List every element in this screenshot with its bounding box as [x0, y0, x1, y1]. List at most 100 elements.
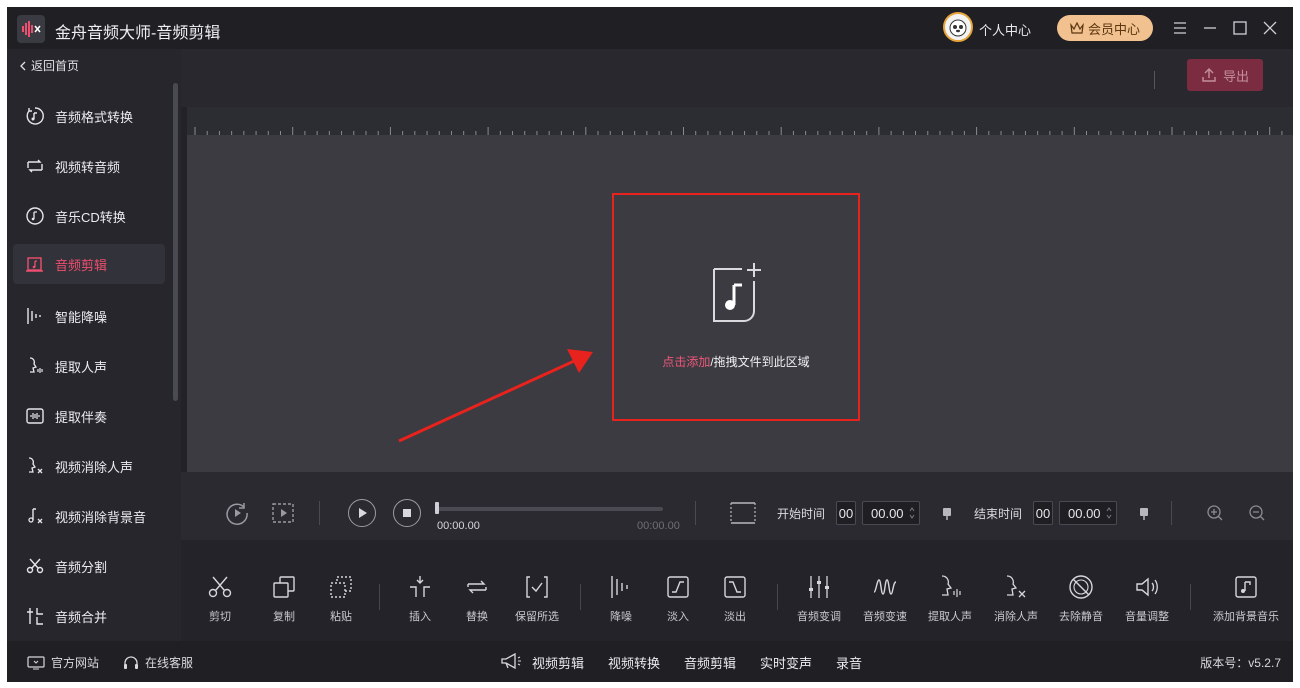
tool-label: 音频变调 [797, 611, 841, 623]
range-select-icon[interactable] [730, 502, 756, 527]
avatar[interactable] [943, 12, 973, 42]
divider [1171, 501, 1172, 525]
footer-nav-video-edit[interactable]: 视频剪辑 [532, 653, 584, 672]
sidebar-item-audio-convert[interactable]: 音频格式转换 [13, 96, 165, 136]
insert-icon [410, 576, 430, 597]
timeline-ruler[interactable] [187, 107, 1293, 135]
divider [695, 501, 696, 525]
sidebar-item-label: 音频合并 [55, 609, 108, 625]
action-bar: 导出 [181, 49, 1293, 107]
play-icon [359, 508, 367, 518]
headset-icon [124, 655, 138, 669]
sidebar-scrollbar[interactable] [173, 83, 178, 401]
export-label: 导出 [1222, 68, 1249, 84]
paste-icon [330, 576, 352, 598]
end-second-field[interactable]: 00.00 [1059, 501, 1117, 525]
sidebar-item-label: 视频消除人声 [55, 459, 134, 475]
set-end-pin-icon[interactable] [1139, 507, 1149, 521]
player-bar: 00:00.00 00:00.00 开始时间 00 00.00 结束时间 00 … [181, 472, 1293, 540]
sidebar-item-video-remove-bg[interactable]: 视频消除背景音 [13, 496, 165, 536]
footer-nav-voice-changer[interactable]: 实时变声 [760, 653, 812, 672]
tool-label: 淡入 [667, 611, 689, 623]
tool-pitch[interactable]: 音频变调 [784, 540, 854, 641]
start-time-label: 开始时间 [777, 507, 826, 521]
tool-label: 降噪 [610, 611, 632, 623]
seek-bar[interactable] [437, 507, 663, 511]
app-logo-icon [17, 15, 45, 43]
footer-nav-video-convert[interactable]: 视频转换 [608, 653, 660, 672]
add-music-file-icon [713, 263, 761, 322]
tool-label: 插入 [409, 611, 431, 623]
remove-voice-icon [28, 457, 43, 474]
footer-nav-record[interactable]: 录音 [836, 653, 862, 672]
official-website-link[interactable]: 官方网站 [27, 654, 99, 671]
stepper-icon[interactable] [909, 506, 915, 520]
file-drop-area[interactable]: 点击添加/拖拽文件到此区域 [187, 135, 1293, 472]
maximize-icon[interactable] [1229, 17, 1251, 39]
sidebar-item-video-remove-voice[interactable]: 视频消除人声 [13, 446, 165, 486]
close-icon[interactable] [1259, 17, 1281, 39]
tool-remove-voice[interactable]: 消除人声 [981, 540, 1051, 641]
stop-button[interactable] [393, 499, 421, 527]
add-file-box[interactable]: 点击添加/拖拽文件到此区域 [612, 193, 860, 421]
add-bgm-icon [1235, 576, 1257, 598]
sidebar-item-music-cd[interactable]: 音乐CD转换 [13, 196, 165, 236]
end-minute-field[interactable]: 00 [1033, 501, 1053, 525]
sidebar-item-extract-voice[interactable]: 提取人声 [13, 346, 165, 386]
play-button[interactable] [348, 499, 376, 527]
tool-label: 复制 [273, 611, 295, 623]
sidebar-item-extract-accompaniment[interactable]: 提取伴奏 [13, 396, 165, 436]
tool-cut[interactable]: 剪切 [185, 540, 255, 641]
footer-nav-audio-edit[interactable]: 音频剪辑 [684, 653, 736, 672]
zoom-out-icon[interactable] [1248, 504, 1266, 525]
tool-speed[interactable]: 音频变速 [850, 540, 920, 641]
back-home-link[interactable]: 返回首页 [19, 57, 79, 74]
stop-icon [403, 509, 411, 517]
end-time-label: 结束时间 [974, 507, 1023, 521]
sidebar-item-video-to-audio[interactable]: 视频转音频 [13, 146, 165, 186]
ruler-ticks [194, 127, 1283, 135]
tool-extract-voice[interactable]: 提取人声 [915, 540, 985, 641]
back-home-label: 返回首页 [31, 59, 80, 73]
tool-paste[interactable]: 粘贴 [306, 540, 376, 641]
sidebar-item-audio-split[interactable]: 音频分割 [13, 546, 165, 586]
divider [1190, 584, 1191, 610]
tool-label: 去除静音 [1059, 611, 1103, 623]
vip-center-button[interactable]: 会员中心 [1057, 15, 1153, 41]
menu-icon[interactable] [1169, 17, 1191, 39]
seek-handle[interactable] [435, 502, 439, 514]
minimize-icon[interactable] [1199, 17, 1221, 39]
tool-remove-silence[interactable]: 去除静音 [1046, 540, 1116, 641]
chevron-left-icon [20, 61, 26, 70]
start-minute-field[interactable]: 00 [836, 501, 856, 525]
start-second-field[interactable]: 00.00 [862, 501, 920, 525]
set-start-pin-icon[interactable] [942, 507, 952, 521]
speed-icon [873, 579, 897, 595]
sidebar-item-audio-edit[interactable]: 音频剪辑 [13, 244, 165, 284]
click-add-link[interactable]: 点击添加 [662, 355, 710, 369]
replay-button[interactable] [223, 499, 251, 527]
play-selection-icon [272, 503, 294, 523]
tool-keep-selection[interactable]: 保留所选 [502, 540, 572, 641]
extract-voice-icon [941, 575, 961, 597]
personal-center-link[interactable]: 个人中心 [979, 20, 1031, 39]
zoom-in-icon[interactable] [1206, 504, 1224, 525]
drop-hint: 点击添加/拖拽文件到此区域 [614, 353, 858, 370]
tool-add-bgm[interactable]: 添加背景音乐 [1211, 540, 1281, 641]
sidebar-item-denoise[interactable]: 智能降噪 [13, 296, 165, 336]
tool-volume[interactable]: 音量调整 [1112, 540, 1182, 641]
export-button[interactable]: 导出 [1187, 59, 1263, 91]
keep-selection-icon [526, 576, 548, 598]
online-service-link[interactable]: 在线客服 [123, 654, 193, 671]
play-selection-button[interactable] [269, 499, 297, 527]
sidebar-item-label: 音频剪辑 [55, 257, 108, 273]
tool-label: 替换 [466, 611, 488, 623]
sidebar-item-audio-merge[interactable]: 音频合并 [13, 596, 165, 636]
volume-icon [1136, 577, 1158, 597]
vip-center-label: 会员中心 [1087, 21, 1140, 37]
stepper-icon[interactable] [1106, 506, 1112, 520]
divider [777, 584, 778, 610]
tool-fade-out[interactable]: 淡出 [700, 540, 770, 641]
tool-label: 粘贴 [330, 611, 352, 623]
end-second-value: 00.00 [1068, 505, 1101, 521]
